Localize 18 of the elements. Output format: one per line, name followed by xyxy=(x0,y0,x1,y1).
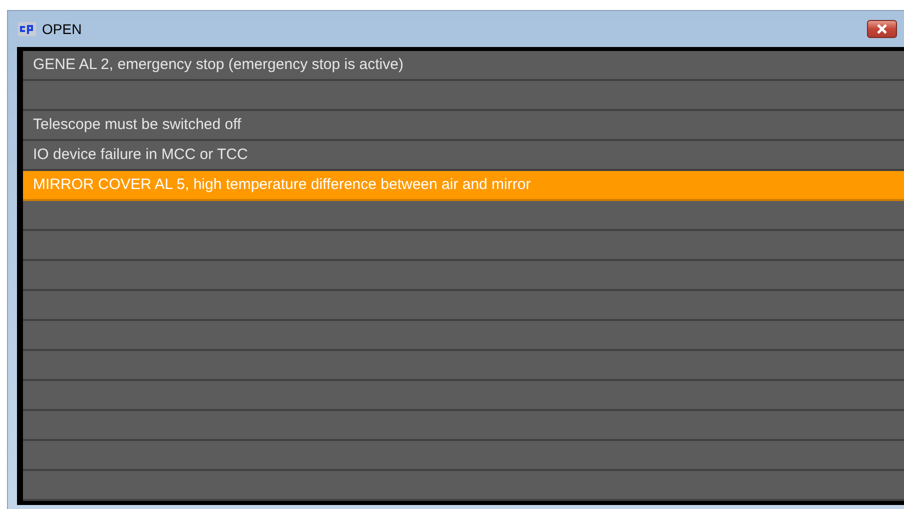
list-row[interactable]: IO device failure in MCC or TCC xyxy=(23,141,904,171)
list-row[interactable] xyxy=(23,381,904,411)
list-row[interactable] xyxy=(23,351,904,381)
list-row[interactable] xyxy=(23,471,904,501)
list-row[interactable] xyxy=(23,201,904,231)
list-row[interactable]: GENE AL 2, emergency stop (emergency stop is active) xyxy=(23,51,904,81)
list-row[interactable] xyxy=(23,441,904,471)
app-logo-icon xyxy=(18,22,36,36)
list-row[interactable] xyxy=(23,321,904,351)
close-icon xyxy=(875,24,889,34)
list-row[interactable] xyxy=(23,411,904,441)
list-row[interactable] xyxy=(23,231,904,261)
close-button[interactable] xyxy=(867,20,897,38)
list-row[interactable] xyxy=(23,261,904,291)
list-row[interactable] xyxy=(23,291,904,321)
list-row[interactable] xyxy=(23,81,904,111)
list-row[interactable]: Telescope must be switched off xyxy=(23,111,904,141)
window-title: OPEN xyxy=(42,21,83,37)
